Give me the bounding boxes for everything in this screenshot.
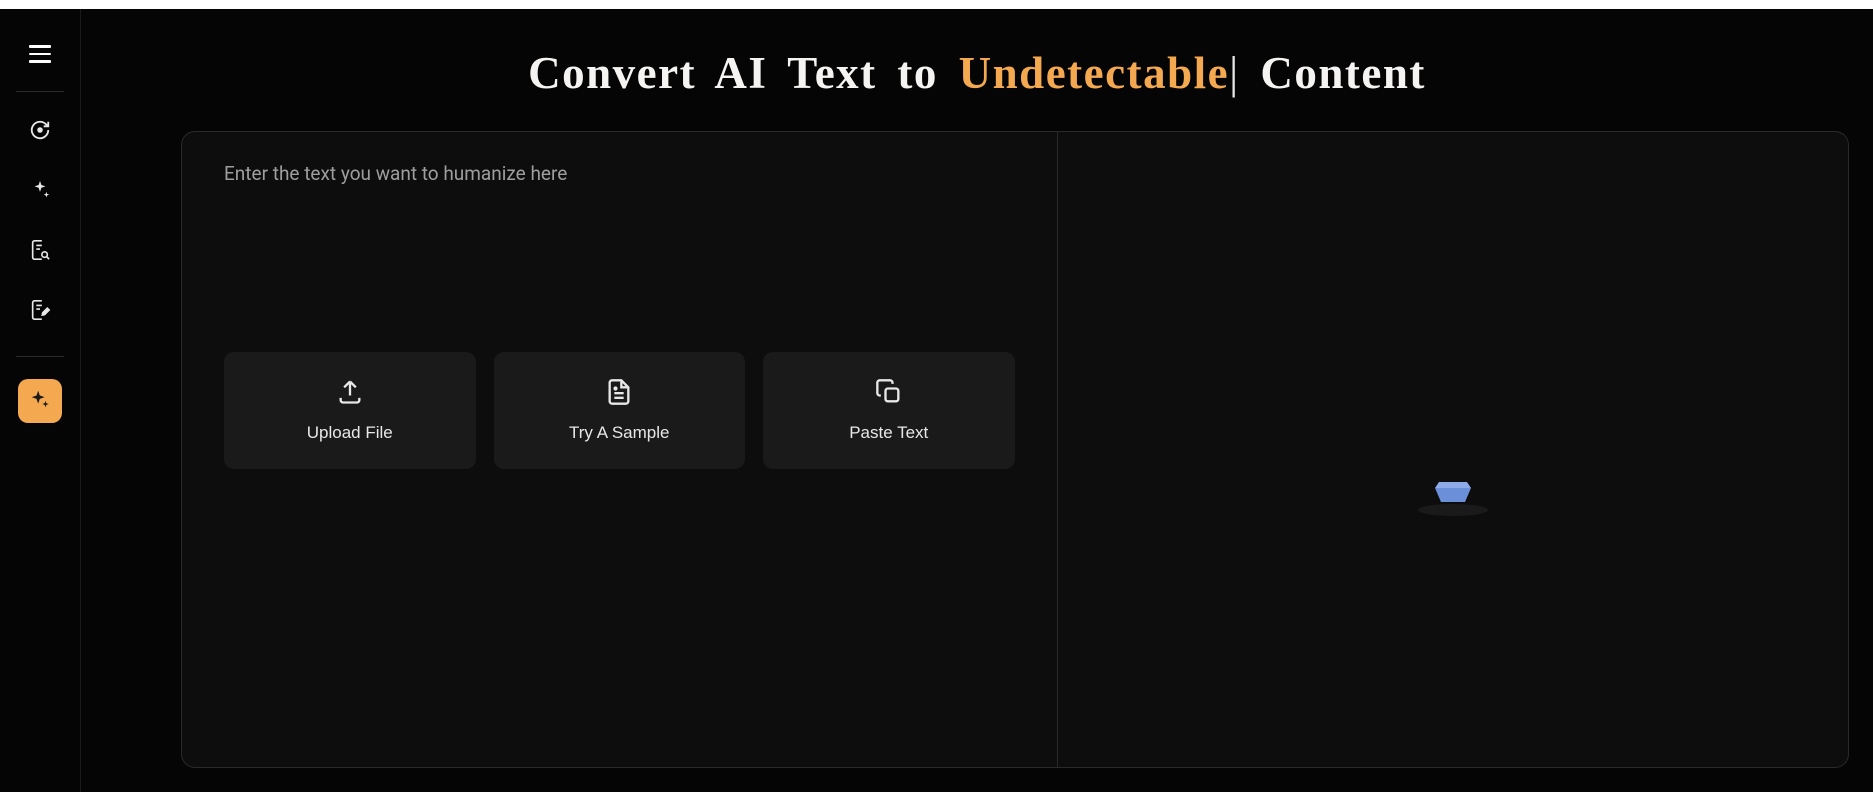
sidebar-divider <box>16 356 64 357</box>
upload-label: Upload File <box>307 423 393 443</box>
sidebar <box>0 9 81 792</box>
upload-icon <box>336 378 364 409</box>
sidebar-item-sparkle[interactable] <box>18 170 62 214</box>
output-panel <box>1058 132 1849 767</box>
sidebar-item-document-edit[interactable] <box>18 290 62 334</box>
humanize-text-input[interactable] <box>224 162 1015 352</box>
paste-label: Paste Text <box>849 423 928 443</box>
sidebar-item-refresh[interactable] <box>18 110 62 154</box>
hamburger-menu[interactable] <box>21 37 59 71</box>
workspace: Upload File Tr <box>181 131 1849 768</box>
sidebar-item-document-search[interactable] <box>18 230 62 274</box>
try-sample-button[interactable]: Try A Sample <box>494 352 746 469</box>
input-panel: Upload File Tr <box>182 132 1058 767</box>
sample-label: Try A Sample <box>569 423 669 443</box>
document-icon <box>605 378 633 409</box>
document-edit-icon <box>29 299 51 325</box>
document-search-icon <box>29 239 51 265</box>
sparkle-icon <box>29 179 51 205</box>
copy-icon <box>875 378 903 409</box>
title-suffix: Content <box>1240 48 1426 98</box>
upload-file-button[interactable]: Upload File <box>224 352 476 469</box>
sidebar-divider <box>16 91 64 92</box>
page-title: Convert AI Text to Undetectable| Content <box>81 9 1873 131</box>
title-accent: Undetectable <box>959 48 1229 98</box>
sidebar-item-ai-sparkle[interactable] <box>18 379 62 423</box>
paste-text-button[interactable]: Paste Text <box>763 352 1015 469</box>
title-cursor: | <box>1229 48 1240 98</box>
refresh-icon <box>29 119 51 145</box>
ai-sparkle-icon <box>29 388 51 414</box>
title-prefix: Convert AI Text to <box>528 48 959 98</box>
action-buttons: Upload File Tr <box>224 352 1015 469</box>
main-content: Convert AI Text to Undetectable| Content <box>81 9 1873 792</box>
output-placeholder-icon <box>1413 460 1493 520</box>
